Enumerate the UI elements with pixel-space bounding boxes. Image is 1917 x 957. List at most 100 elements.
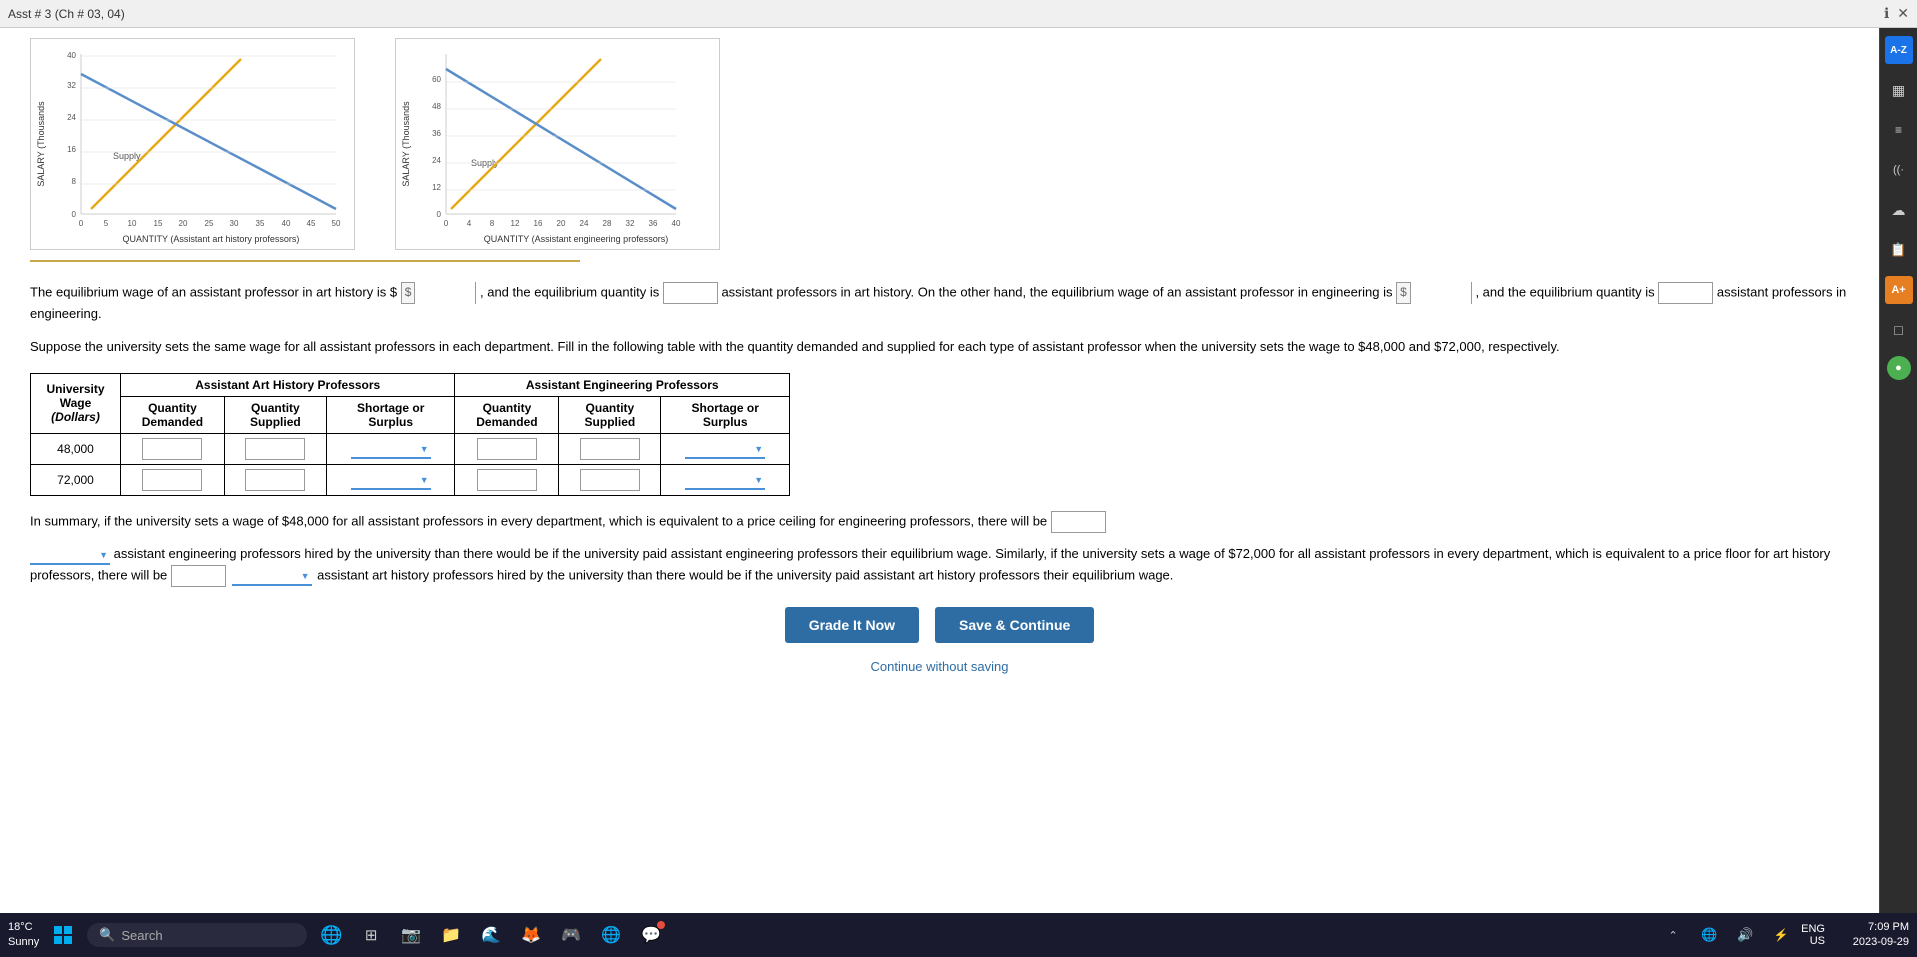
- summary-ah-direction-select[interactable]: fewer more: [232, 566, 312, 586]
- svg-text:24: 24: [580, 219, 589, 228]
- svg-text:35: 35: [256, 219, 265, 228]
- condition: Sunny: [8, 935, 39, 950]
- svg-text:15: 15: [154, 219, 163, 228]
- chart-art-history-svg: SALARY (Thousands 0 8 16 24 32 40: [36, 44, 346, 244]
- ah-qty-supplied-72000-input[interactable]: [245, 469, 305, 491]
- svg-text:0: 0: [79, 219, 84, 228]
- taskbar-search[interactable]: 🔍 Search: [87, 923, 307, 947]
- az-sidebar-icon[interactable]: A-Z: [1885, 36, 1913, 64]
- art-history-wage-input-wrapper: $: [401, 282, 477, 304]
- summary-eng-direction-wrapper: fewer more: [30, 545, 110, 565]
- chat-sidebar-icon[interactable]: □: [1885, 316, 1913, 344]
- continue-link[interactable]: Continue without saving: [870, 659, 1008, 674]
- discord-taskbar-icon[interactable]: 💬: [635, 919, 667, 951]
- summary-eng-qty-input[interactable]: [1051, 511, 1106, 533]
- grade-sidebar-icon[interactable]: A+: [1885, 276, 1913, 304]
- engineering-qty-input[interactable]: [1658, 282, 1713, 304]
- svg-text:QUANTITY (Assistant engineerin: QUANTITY (Assistant engineering professo…: [484, 234, 668, 244]
- svg-text:16: 16: [67, 145, 76, 154]
- info-button[interactable]: ℹ: [1884, 5, 1889, 22]
- up-arrow-tray[interactable]: ⌃: [1657, 919, 1689, 951]
- eng-qty-supplied-72000-input[interactable]: [580, 469, 640, 491]
- art-history-wage-input[interactable]: [415, 282, 475, 304]
- art-history-qty-input[interactable]: [663, 282, 718, 304]
- wifi-icon: ((·: [1893, 164, 1904, 176]
- network-tray-icon[interactable]: 🌐: [1693, 919, 1725, 951]
- svg-text:5: 5: [104, 219, 109, 228]
- eng-qty-demanded-72000-input[interactable]: [477, 469, 537, 491]
- windows-logo-icon: [53, 925, 73, 945]
- taskbar: 18°C Sunny 🔍 Search 🌐 ⊞ 📷 📁 🌊 🦊 🎮: [0, 913, 1917, 957]
- ah-qty-supplied-48000: [224, 433, 326, 464]
- speaker-tray-icon[interactable]: 🔊: [1729, 919, 1761, 951]
- chrome-taskbar-icon[interactable]: 🌐: [595, 919, 627, 951]
- camera-taskbar-icon[interactable]: 📷: [395, 919, 427, 951]
- ah-shortage-72000-select[interactable]: Shortage Surplus: [351, 470, 431, 490]
- summary-ah-direction-wrapper: fewer more: [232, 566, 312, 586]
- ah-qty-demanded-72000: [121, 464, 225, 495]
- task-view-icon[interactable]: ⊞: [355, 919, 387, 951]
- eng-shortage-header: Shortage orSurplus: [661, 396, 790, 433]
- ah-shortage-72000-wrapper: Shortage Surplus: [351, 470, 431, 490]
- q1-text-d: , and the equilibrium quantity is: [1475, 284, 1658, 299]
- ah-qty-supplied-48000-input[interactable]: [245, 438, 305, 460]
- svg-text:SALARY (Thousands: SALARY (Thousands: [36, 101, 46, 187]
- taskbar-weather: 18°C Sunny: [8, 920, 39, 951]
- ah-qty-demanded-48000: [121, 433, 225, 464]
- ah-qty-demanded-72000-input[interactable]: [142, 469, 202, 491]
- search-icon: 🔍: [99, 927, 115, 943]
- eng-shortage-72000-select[interactable]: Shortage Surplus: [685, 470, 765, 490]
- chat-icon: □: [1894, 322, 1902, 338]
- eng-shortage-72000-wrapper: Shortage Surplus: [685, 470, 765, 490]
- buttons-row-inner: Grade It Now Save & Continue: [785, 607, 1095, 643]
- divider: [30, 260, 580, 262]
- folder-taskbar-icon[interactable]: 📁: [435, 919, 467, 951]
- main-content: SALARY (Thousands 0 8 16 24 32 40: [0, 28, 1917, 913]
- wifi-sidebar-icon[interactable]: ((·: [1885, 156, 1913, 184]
- text-icon: ≡: [1895, 123, 1902, 137]
- eng-qty-supplied-48000-input[interactable]: [580, 438, 640, 460]
- close-button[interactable]: ✕: [1897, 5, 1909, 22]
- globe-icon: 🌐: [320, 925, 342, 946]
- save-button[interactable]: Save & Continue: [935, 607, 1094, 643]
- window-title: Asst # 3 (Ch # 03, 04): [8, 7, 125, 21]
- ah-shortage-48000-wrapper: Shortage Surplus: [351, 439, 431, 459]
- ah-shortage-48000-select[interactable]: Shortage Surplus: [351, 439, 431, 459]
- eng-shortage-48000-select[interactable]: Shortage Surplus: [685, 439, 765, 459]
- eng-qty-demanded-48000-input[interactable]: [477, 438, 537, 460]
- edge-taskbar-icon[interactable]: 🌊: [475, 919, 507, 951]
- svg-text:10: 10: [128, 219, 137, 228]
- battery-tray-icon[interactable]: ⚡: [1765, 919, 1797, 951]
- taskbar-time: 7:09 PM 2023-09-29: [1829, 920, 1909, 951]
- xbox-taskbar-icon[interactable]: 🎮: [555, 919, 587, 951]
- svg-text:40: 40: [282, 219, 291, 228]
- chrome-icon: 🌐: [601, 925, 621, 945]
- summary-eng-direction-select[interactable]: fewer more: [30, 545, 110, 565]
- cloud-sidebar-icon[interactable]: ☁: [1885, 196, 1913, 224]
- globe-taskbar-icon[interactable]: 🌐: [315, 919, 347, 951]
- ah-qty-demanded-48000-input[interactable]: [142, 438, 202, 460]
- grade-button[interactable]: Grade It Now: [785, 607, 919, 643]
- firefox-taskbar-icon[interactable]: 🦊: [515, 919, 547, 951]
- eng-shortage-48000: Shortage Surplus: [661, 433, 790, 464]
- eng-shortage-48000-wrapper: Shortage Surplus: [685, 439, 765, 459]
- layers-sidebar-icon[interactable]: ▦: [1885, 76, 1913, 104]
- camera-icon: 📷: [401, 925, 421, 945]
- engineering-wage-input[interactable]: [1411, 282, 1471, 304]
- doc-sidebar-icon[interactable]: 📋: [1885, 236, 1913, 264]
- summary-ah-qty-input[interactable]: [171, 565, 226, 587]
- circle-sidebar-icon[interactable]: ●: [1887, 356, 1911, 380]
- title-bar-controls: ℹ ✕: [1884, 5, 1909, 22]
- university-wage-header: UniversityWage(Dollars): [31, 373, 121, 433]
- text-sidebar-icon[interactable]: ≡: [1885, 116, 1913, 144]
- svg-text:60: 60: [432, 75, 441, 84]
- chart-art-history: SALARY (Thousands 0 8 16 24 32 40: [30, 38, 355, 250]
- table-section: UniversityWage(Dollars) Assistant Art Hi…: [30, 373, 1849, 496]
- eng-shortage-72000: Shortage Surplus: [661, 464, 790, 495]
- svg-text:30: 30: [230, 219, 239, 228]
- svg-text:40: 40: [672, 219, 681, 228]
- ah-shortage-header: Shortage orSurplus: [326, 396, 455, 433]
- start-button[interactable]: [47, 919, 79, 951]
- svg-text:0: 0: [437, 210, 442, 219]
- eng-qty-supplied-header: QuantitySupplied: [559, 396, 661, 433]
